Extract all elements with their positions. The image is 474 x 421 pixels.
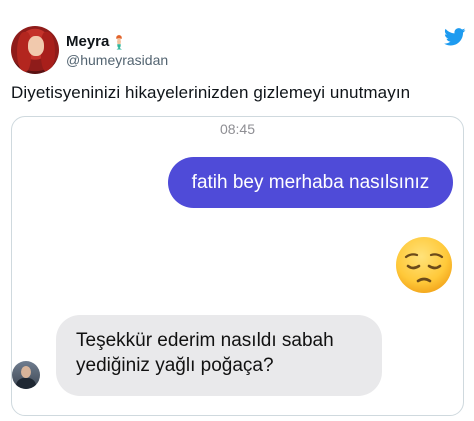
outgoing-message-bubble: fatih bey merhaba nasılsınız bbox=[168, 157, 453, 208]
incoming-message-bubble: Teşekkür ederim nasıldı sabah yediğiniz … bbox=[56, 315, 382, 396]
incoming-message-line-2: yediğiniz yağlı poğaça? bbox=[76, 355, 274, 376]
embedded-chat-screenshot[interactable]: 08:45 fatih bey merhaba nasılsınız Teşek… bbox=[11, 116, 464, 416]
author-avatar[interactable] bbox=[11, 26, 59, 74]
mermaid-emoji-icon bbox=[116, 34, 123, 49]
outgoing-message-text: fatih bey merhaba nasılsınız bbox=[191, 171, 430, 193]
incoming-message-line-1: Teşekkür ederim nasıldı sabah bbox=[76, 330, 334, 351]
author-name[interactable]: Meyra bbox=[66, 33, 109, 50]
author-handle[interactable]: @humeyrasidan bbox=[66, 52, 168, 68]
author-name-row[interactable]: Meyra bbox=[66, 33, 126, 50]
tweet-card: Meyra @humeyrasidan Diyetisyeninizi hika… bbox=[0, 0, 474, 421]
chat-timestamp: 08:45 bbox=[219, 121, 256, 137]
contact-avatar[interactable] bbox=[12, 361, 40, 389]
twitter-bird-icon[interactable] bbox=[444, 28, 466, 46]
tweet-text: Diyetisyeninizi hikayelerinizden gizleme… bbox=[11, 83, 411, 102]
pensive-face-icon bbox=[396, 237, 452, 293]
